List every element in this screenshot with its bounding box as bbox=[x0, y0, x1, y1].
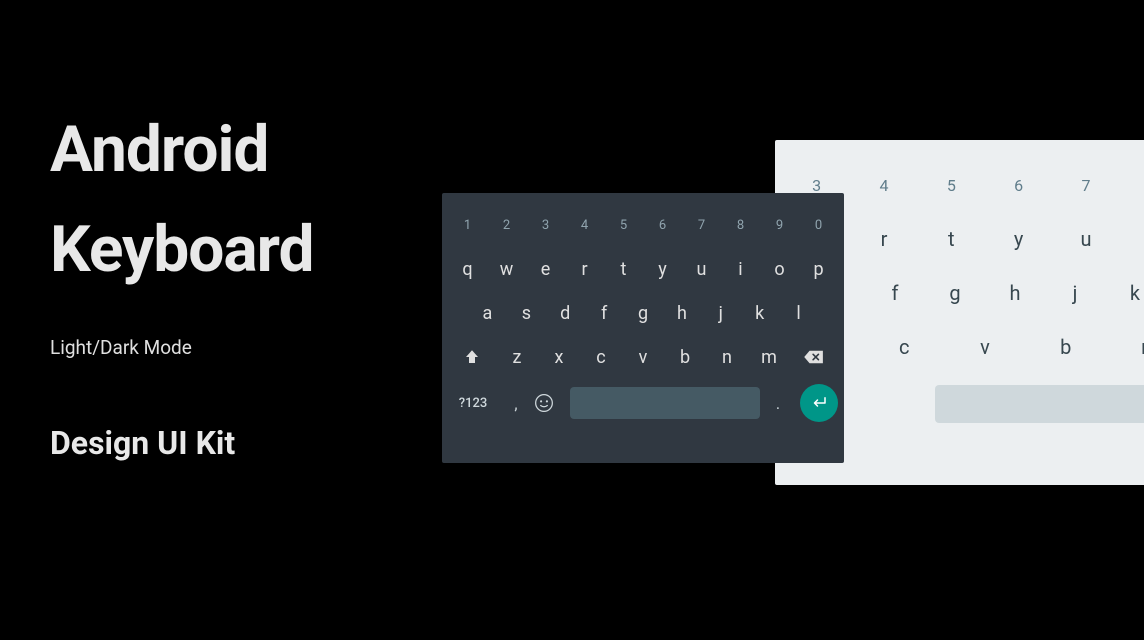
key-s[interactable]: s bbox=[507, 303, 546, 324]
shift-key[interactable] bbox=[448, 348, 496, 366]
key-r[interactable]: r bbox=[565, 259, 604, 280]
key-o[interactable]: o bbox=[760, 259, 799, 280]
key-2[interactable]: 2 bbox=[487, 218, 526, 233]
key-d[interactable]: d bbox=[546, 303, 585, 324]
key-1[interactable]: 1 bbox=[448, 218, 487, 233]
key-7[interactable]: 7 bbox=[1052, 176, 1119, 195]
key-4[interactable]: 4 bbox=[565, 218, 604, 233]
key-5[interactable]: 5 bbox=[918, 176, 985, 195]
key-f[interactable]: f bbox=[865, 281, 925, 305]
key-w[interactable]: w bbox=[487, 259, 526, 280]
enter-icon bbox=[810, 396, 828, 410]
dark-bottom-row: ?123 , . bbox=[442, 379, 844, 427]
backspace-key[interactable] bbox=[790, 349, 838, 365]
dark-row-3: z x c v b n m bbox=[442, 335, 844, 379]
key-k[interactable]: k bbox=[740, 303, 779, 324]
key-t[interactable]: t bbox=[604, 259, 643, 280]
key-x[interactable]: x bbox=[538, 347, 580, 368]
key-5[interactable]: 5 bbox=[604, 218, 643, 233]
key-i[interactable]: i bbox=[1120, 227, 1144, 251]
key-b[interactable]: b bbox=[664, 347, 706, 368]
key-v[interactable]: v bbox=[945, 335, 1026, 359]
key-b[interactable]: b bbox=[1025, 335, 1106, 359]
key-c[interactable]: c bbox=[864, 335, 945, 359]
key-4[interactable]: 4 bbox=[850, 176, 917, 195]
key-n[interactable]: n bbox=[1106, 335, 1144, 359]
key-u[interactable]: u bbox=[1052, 227, 1119, 251]
key-0[interactable]: 0 bbox=[799, 218, 838, 233]
spacebar[interactable] bbox=[935, 385, 1144, 423]
key-7[interactable]: 7 bbox=[682, 218, 721, 233]
keyboard-dark: 1 2 3 4 5 6 7 8 9 0 q w e r t y u i o p … bbox=[442, 193, 844, 463]
dark-row-2: a s d f g h j k l bbox=[442, 291, 844, 335]
key-g[interactable]: g bbox=[624, 303, 663, 324]
footer-title: Design UI Kit bbox=[50, 424, 314, 462]
key-m[interactable]: m bbox=[748, 347, 790, 368]
key-f[interactable]: f bbox=[585, 303, 624, 324]
dark-number-row: 1 2 3 4 5 6 7 8 9 0 bbox=[442, 203, 844, 247]
key-h[interactable]: h bbox=[985, 281, 1045, 305]
key-t[interactable]: t bbox=[918, 227, 985, 251]
key-a[interactable]: a bbox=[468, 303, 507, 324]
spacebar[interactable] bbox=[570, 387, 760, 419]
backspace-icon bbox=[803, 349, 825, 365]
key-i[interactable]: i bbox=[721, 259, 760, 280]
key-y[interactable]: y bbox=[643, 259, 682, 280]
key-8[interactable]: 8 bbox=[721, 218, 760, 233]
key-u[interactable]: u bbox=[682, 259, 721, 280]
symbols-key[interactable]: ?123 bbox=[448, 396, 498, 411]
emoji-icon bbox=[534, 393, 554, 413]
shift-icon bbox=[463, 348, 481, 366]
key-3[interactable]: 3 bbox=[783, 176, 850, 195]
key-c[interactable]: c bbox=[580, 347, 622, 368]
key-j[interactable]: j bbox=[701, 303, 740, 324]
key-e[interactable]: e bbox=[526, 259, 565, 280]
key-k[interactable]: k bbox=[1105, 281, 1144, 305]
key-3[interactable]: 3 bbox=[526, 218, 565, 233]
key-period[interactable]: . bbox=[764, 394, 792, 413]
key-l[interactable]: l bbox=[779, 303, 818, 324]
key-h[interactable]: h bbox=[662, 303, 701, 324]
subtitle: Light/Dark Mode bbox=[50, 336, 314, 359]
enter-key[interactable] bbox=[800, 384, 838, 422]
title-line-2: Keyboard bbox=[50, 215, 314, 285]
emoji-key[interactable] bbox=[534, 393, 566, 413]
key-6[interactable]: 6 bbox=[985, 176, 1052, 195]
key-p[interactable]: p bbox=[799, 259, 838, 280]
title-line-1: Android bbox=[50, 115, 314, 185]
key-v[interactable]: v bbox=[622, 347, 664, 368]
key-j[interactable]: j bbox=[1045, 281, 1105, 305]
dark-row-1: q w e r t y u i o p bbox=[442, 247, 844, 291]
key-r[interactable]: r bbox=[850, 227, 917, 251]
key-comma[interactable]: , bbox=[502, 394, 530, 413]
hero-text: Android Keyboard Light/Dark Mode Design … bbox=[50, 115, 314, 462]
key-9[interactable]: 9 bbox=[760, 218, 799, 233]
key-g[interactable]: g bbox=[925, 281, 985, 305]
key-z[interactable]: z bbox=[496, 347, 538, 368]
key-y[interactable]: y bbox=[985, 227, 1052, 251]
key-8[interactable]: 8 bbox=[1120, 176, 1144, 195]
key-6[interactable]: 6 bbox=[643, 218, 682, 233]
key-q[interactable]: q bbox=[448, 259, 487, 280]
key-n[interactable]: n bbox=[706, 347, 748, 368]
